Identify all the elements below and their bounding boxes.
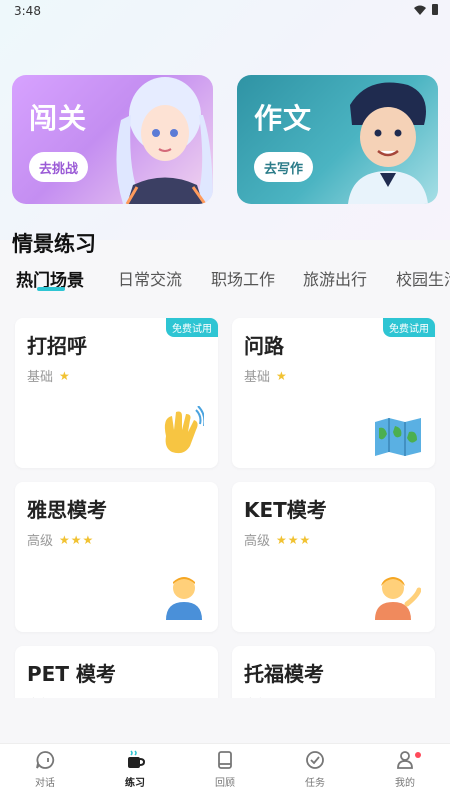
book-icon [218, 751, 232, 769]
tab-campus[interactable]: 校园生活 [396, 266, 450, 290]
star-rating: ★ [276, 368, 288, 383]
nav-label: 回顾 [215, 778, 235, 789]
map-icon [375, 418, 421, 456]
promo-title: 闯关 [29, 102, 88, 135]
write-button[interactable]: 去写作 [254, 152, 314, 182]
scene-name: 托福模考 [244, 662, 324, 686]
scene-name: PET 模考 [27, 662, 116, 686]
star-rating: ★★★ [59, 532, 95, 547]
person-tipping-hand-icon [375, 577, 421, 620]
notification-dot [415, 752, 421, 758]
status-bar: 3:48 [0, 0, 450, 24]
scene-card-ket[interactable]: KET模考 高级 ★★★ [232, 482, 435, 632]
nav-label: 任务 [305, 778, 325, 789]
nav-tasks[interactable]: 任务 [285, 750, 345, 789]
chat-bubble-icon [36, 751, 55, 769]
battery-icon [432, 4, 438, 15]
scroll-fade [0, 698, 450, 743]
challenge-button[interactable]: 去挑战 [29, 152, 89, 182]
scene-level: 基础 ★ [27, 366, 71, 386]
waving-hand-icon [164, 406, 204, 454]
tab-active-indicator [37, 287, 65, 291]
scene-name: 雅思模考 [27, 498, 107, 522]
scene-tabs: 热门场景 日常交流 职场工作 旅游出行 校园生活 [0, 264, 450, 298]
tab-daily[interactable]: 日常交流 [118, 266, 182, 290]
check-circle-icon [306, 751, 324, 769]
nav-label: 我的 [395, 778, 415, 789]
scene-level: 高级 ★★★ [27, 530, 95, 550]
wifi-icon [414, 5, 426, 15]
level-label: 高级 [244, 534, 271, 549]
scene-level: 高级 ★★★ [244, 530, 312, 550]
level-label: 高级 [27, 534, 54, 549]
section-title: 情景练习 [12, 232, 96, 256]
scene-card-directions[interactable]: 免费试用 问路 基础 ★ [232, 318, 435, 468]
promo-title: 作文 [254, 102, 313, 135]
scene-card-greeting[interactable]: 免费试用 打招呼 基础 ★ [15, 318, 218, 468]
free-trial-badge: 免费试用 [383, 318, 435, 337]
scene-name: KET模考 [244, 498, 327, 522]
nav-label: 练习 [125, 778, 145, 789]
nav-chat[interactable]: 对话 [15, 750, 75, 789]
scene-name: 问路 [244, 334, 284, 358]
star-rating: ★★★ [276, 532, 312, 547]
scene-level: 基础 ★ [244, 366, 288, 386]
scene-name: 打招呼 [27, 334, 87, 358]
promo-writing-card[interactable]: 作文 去写作 [237, 75, 438, 204]
nav-profile[interactable]: 我的 [375, 750, 435, 789]
promo-challenge-card[interactable]: 闯关 去挑战 [12, 75, 213, 204]
bottom-nav: 对话 练习 回顾 任务 我的 [0, 743, 450, 801]
boy-illustration [348, 82, 428, 204]
tab-travel[interactable]: 旅游出行 [303, 266, 367, 290]
person-icon [166, 577, 202, 620]
nav-review[interactable]: 回顾 [195, 750, 255, 789]
level-label: 基础 [244, 370, 271, 385]
star-rating: ★ [59, 368, 71, 383]
scene-card-ielts[interactable]: 雅思模考 高级 ★★★ [15, 482, 218, 632]
nav-practice[interactable]: 练习 [105, 750, 165, 789]
free-trial-badge: 免费试用 [166, 318, 218, 337]
level-label: 基础 [27, 370, 54, 385]
coffee-cup-icon [128, 750, 145, 768]
tab-work[interactable]: 职场工作 [211, 266, 275, 290]
girl-illustration [116, 77, 213, 204]
status-icons [414, 4, 438, 15]
nav-label: 对话 [35, 778, 55, 789]
status-time: 3:48 [14, 4, 41, 18]
user-icon [397, 751, 413, 769]
